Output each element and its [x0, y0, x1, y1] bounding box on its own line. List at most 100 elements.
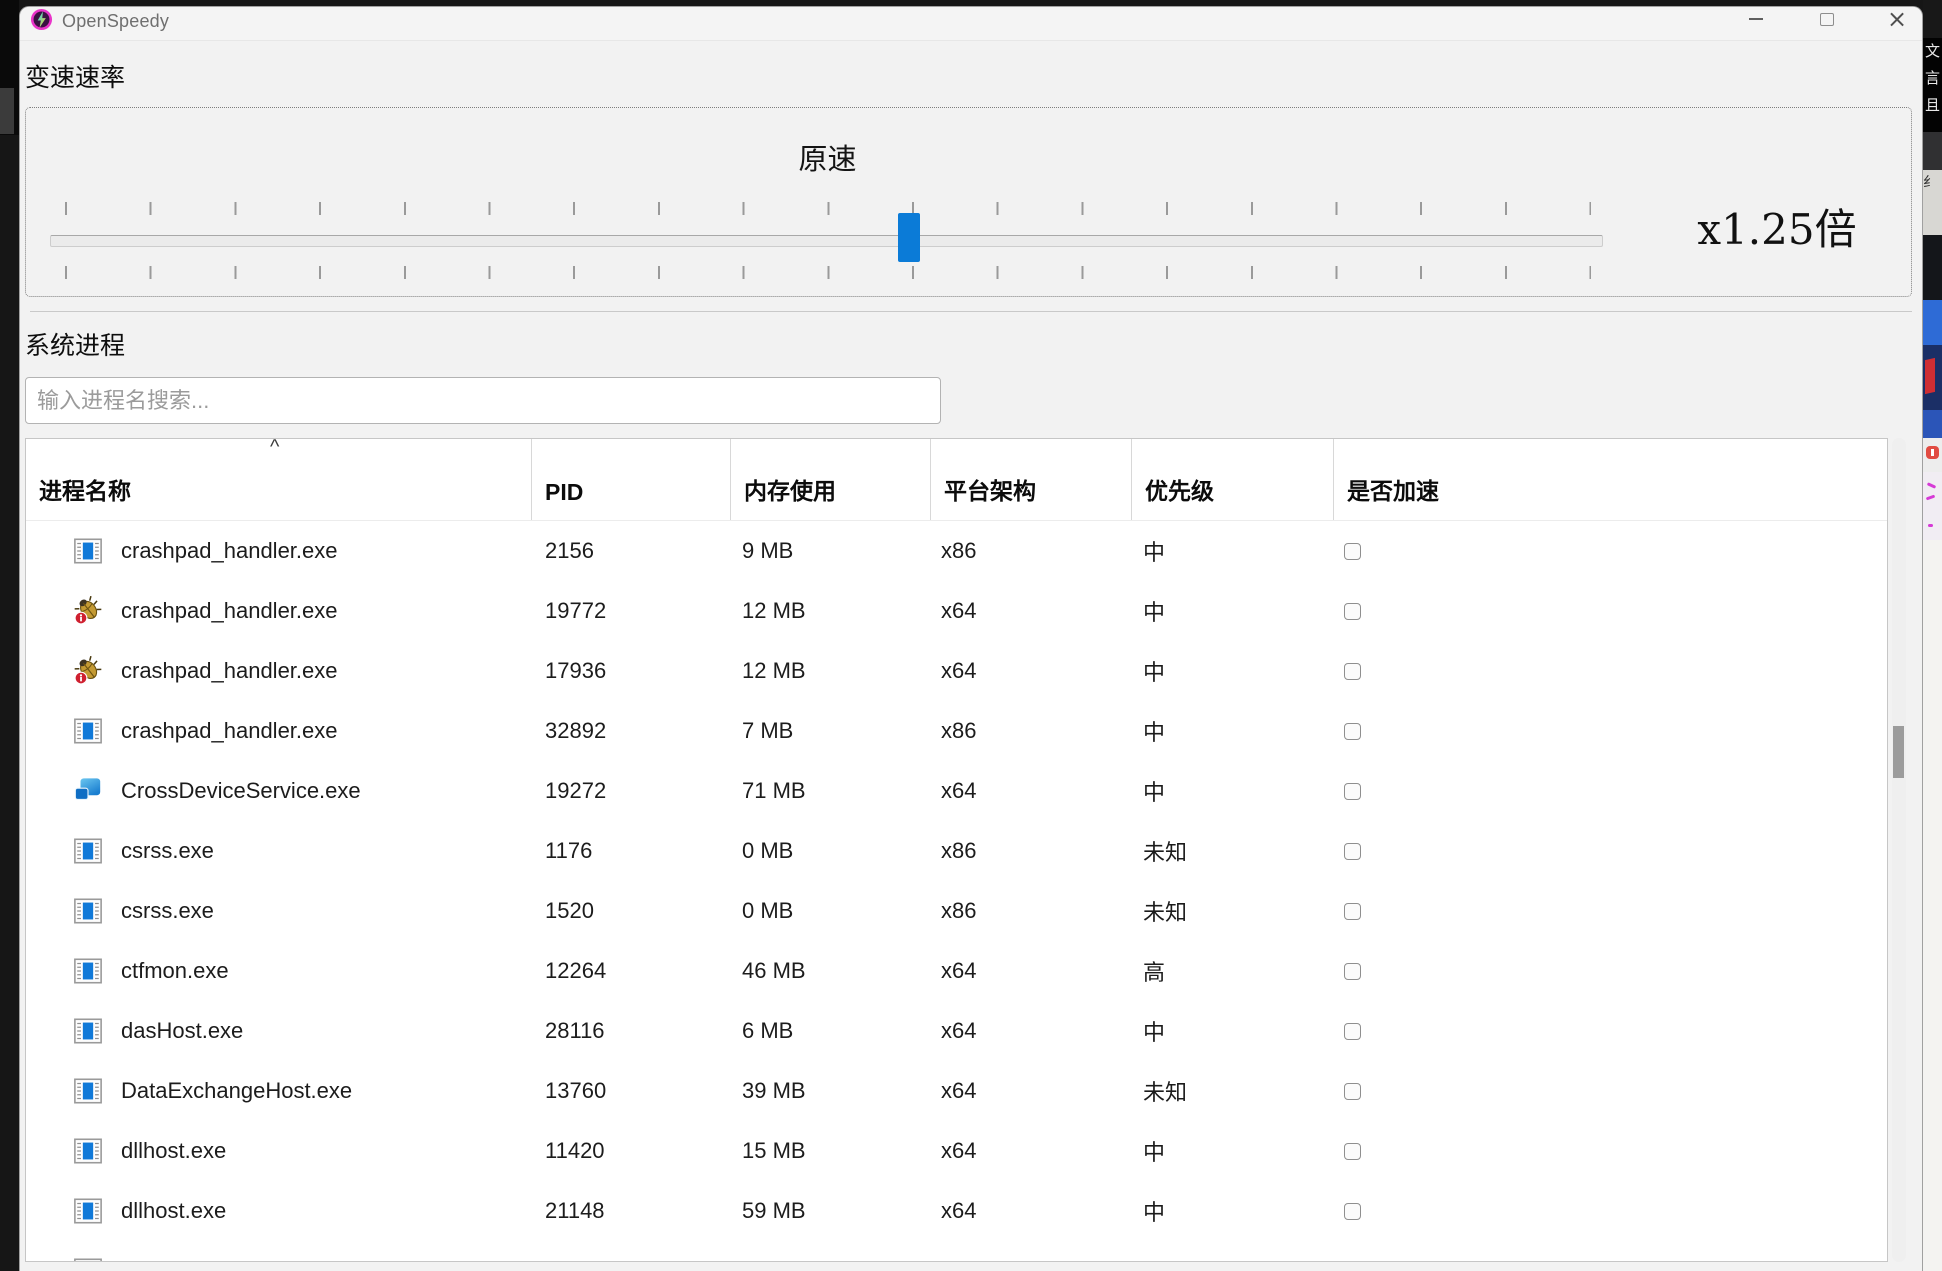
column-header-priority[interactable]: 优先级 — [1132, 439, 1334, 520]
process-memory: 12 MB — [742, 658, 806, 684]
process-pid: 1176 — [545, 838, 592, 864]
process-priority: 中 — [1143, 1135, 1165, 1167]
process-arch: x86 — [941, 838, 976, 864]
title-bar[interactable] — [20, 7, 1922, 41]
column-header-name[interactable]: 进程名称 ^ — [26, 439, 532, 520]
accelerate-checkbox[interactable] — [1344, 843, 1361, 860]
table-row[interactable]: crashpad_handler.exe 2156 9 MB x86 中 — [26, 521, 1887, 581]
process-search-input[interactable] — [25, 377, 941, 424]
table-body: crashpad_handler.exe 2156 9 MB x86 中 cra… — [26, 521, 1887, 1262]
table-row[interactable]: crashpad_handler.exe 32892 7 MB x86 中 — [26, 701, 1887, 761]
default-exe-icon — [73, 1256, 103, 1262]
process-arch: x64 — [941, 778, 976, 804]
process-memory: 15 MB — [742, 1138, 806, 1164]
table-row[interactable]: dllhost.exe 17032 10 MB x64 中 — [26, 1241, 1887, 1262]
maximize-icon — [1820, 13, 1834, 26]
column-header-pid[interactable]: PID — [532, 439, 731, 520]
accelerate-checkbox[interactable] — [1344, 723, 1361, 740]
table-header: 进程名称 ^ PID 内存使用 平台架构 优先级 是否加速 — [26, 439, 1887, 521]
process-priority: 中 — [1143, 1255, 1165, 1262]
process-memory: 10 MB — [742, 1258, 806, 1262]
process-memory: 6 MB — [742, 1018, 793, 1044]
minimize-button[interactable] — [1733, 3, 1779, 35]
default-exe-icon — [73, 536, 103, 566]
process-arch: x86 — [941, 898, 976, 924]
default-exe-icon — [73, 836, 103, 866]
accelerate-checkbox[interactable] — [1344, 963, 1361, 980]
table-row[interactable]: dllhost.exe 21148 59 MB x64 中 — [26, 1181, 1887, 1241]
process-pid: 28116 — [545, 1018, 605, 1044]
minimize-icon — [1749, 18, 1763, 20]
process-priority: 中 — [1143, 775, 1165, 807]
accelerate-checkbox[interactable] — [1344, 1023, 1361, 1040]
table-row[interactable]: crashpad_handler.exe 17936 12 MB x64 中 — [26, 641, 1887, 701]
default-exe-icon — [73, 1016, 103, 1046]
process-arch: x64 — [941, 1018, 976, 1044]
speed-slider-track[interactable] — [50, 235, 1603, 247]
accelerate-checkbox[interactable] — [1344, 1203, 1361, 1220]
accelerate-checkbox[interactable] — [1344, 1143, 1361, 1160]
process-name: crashpad_handler.exe — [121, 598, 338, 624]
table-row[interactable]: dllhost.exe 11420 15 MB x64 中 — [26, 1121, 1887, 1181]
slider-ticks-top — [65, 202, 1591, 215]
process-pid: 19772 — [545, 598, 606, 624]
table-row[interactable]: CrossDeviceService.exe 19272 71 MB x64 中 — [26, 761, 1887, 821]
close-icon: × — [1887, 7, 1907, 31]
maximize-button[interactable] — [1804, 3, 1850, 35]
accelerate-checkbox[interactable] — [1344, 603, 1361, 620]
process-priority: 中 — [1143, 595, 1165, 627]
process-arch: x64 — [941, 1198, 976, 1224]
process-memory: 12 MB — [742, 598, 806, 624]
process-priority: 中 — [1143, 535, 1165, 567]
table-row[interactable]: dasHost.exe 28116 6 MB x64 中 — [26, 1001, 1887, 1061]
accelerate-checkbox[interactable] — [1344, 543, 1361, 560]
background-side-glyph: 纟 — [1923, 170, 1942, 235]
process-pid: 11420 — [545, 1138, 605, 1164]
table-scrollbar-thumb[interactable] — [1893, 726, 1904, 778]
process-memory: 46 MB — [742, 958, 806, 984]
process-name: crashpad_handler.exe — [121, 658, 338, 684]
column-header-arch[interactable]: 平台架构 — [931, 439, 1132, 520]
process-arch: x86 — [941, 718, 976, 744]
table-row[interactable]: DataExchangeHost.exe 13760 39 MB x64 未知 — [26, 1061, 1887, 1121]
process-name: crashpad_handler.exe — [121, 538, 338, 564]
process-name: csrss.exe — [121, 838, 214, 864]
cross-device-icon — [73, 776, 103, 806]
process-name: csrss.exe — [121, 898, 214, 924]
app-logo-icon — [30, 8, 53, 31]
process-priority: 中 — [1143, 1015, 1165, 1047]
accelerate-checkbox[interactable] — [1344, 783, 1361, 800]
process-arch: x64 — [941, 1138, 976, 1164]
process-priority: 未知 — [1143, 1075, 1187, 1107]
accelerate-checkbox[interactable] — [1344, 1083, 1361, 1100]
process-pid: 1520 — [545, 898, 594, 924]
process-name: crashpad_handler.exe — [121, 718, 338, 744]
process-memory: 71 MB — [742, 778, 806, 804]
speed-section-heading: 变速速率 — [25, 58, 125, 94]
accelerate-checkbox[interactable] — [1344, 903, 1361, 920]
table-row[interactable]: csrss.exe 1520 0 MB x86 未知 — [26, 881, 1887, 941]
process-memory: 9 MB — [742, 538, 793, 564]
table-row[interactable]: csrss.exe 1176 0 MB x86 未知 — [26, 821, 1887, 881]
process-section-heading: 系统进程 — [25, 326, 125, 362]
notification-badge-icon — [1926, 446, 1939, 459]
table-row[interactable]: crashpad_handler.exe 19772 12 MB x64 中 — [26, 581, 1887, 641]
table-scrollbar-track[interactable] — [1892, 438, 1906, 1262]
process-pid: 32892 — [545, 718, 606, 744]
column-header-memory[interactable]: 内存使用 — [731, 439, 931, 520]
slider-ticks-bottom — [65, 266, 1591, 279]
process-arch: x86 — [941, 538, 976, 564]
process-name: CrossDeviceService.exe — [121, 778, 361, 804]
speed-slider-handle[interactable] — [898, 213, 920, 262]
process-table: 进程名称 ^ PID 内存使用 平台架构 优先级 是否加速 crashpad_h… — [25, 438, 1888, 1262]
default-exe-icon — [73, 716, 103, 746]
process-arch: x64 — [941, 598, 976, 624]
process-pid: 19272 — [545, 778, 606, 804]
table-row[interactable]: ctfmon.exe 12264 46 MB x64 高 — [26, 941, 1887, 1001]
default-exe-icon — [73, 1076, 103, 1106]
process-priority: 未知 — [1143, 835, 1187, 867]
accelerate-checkbox[interactable] — [1344, 663, 1361, 680]
close-button[interactable]: × — [1874, 3, 1920, 35]
process-priority: 高 — [1143, 955, 1165, 987]
column-header-accelerate[interactable]: 是否加速 — [1334, 439, 1887, 520]
